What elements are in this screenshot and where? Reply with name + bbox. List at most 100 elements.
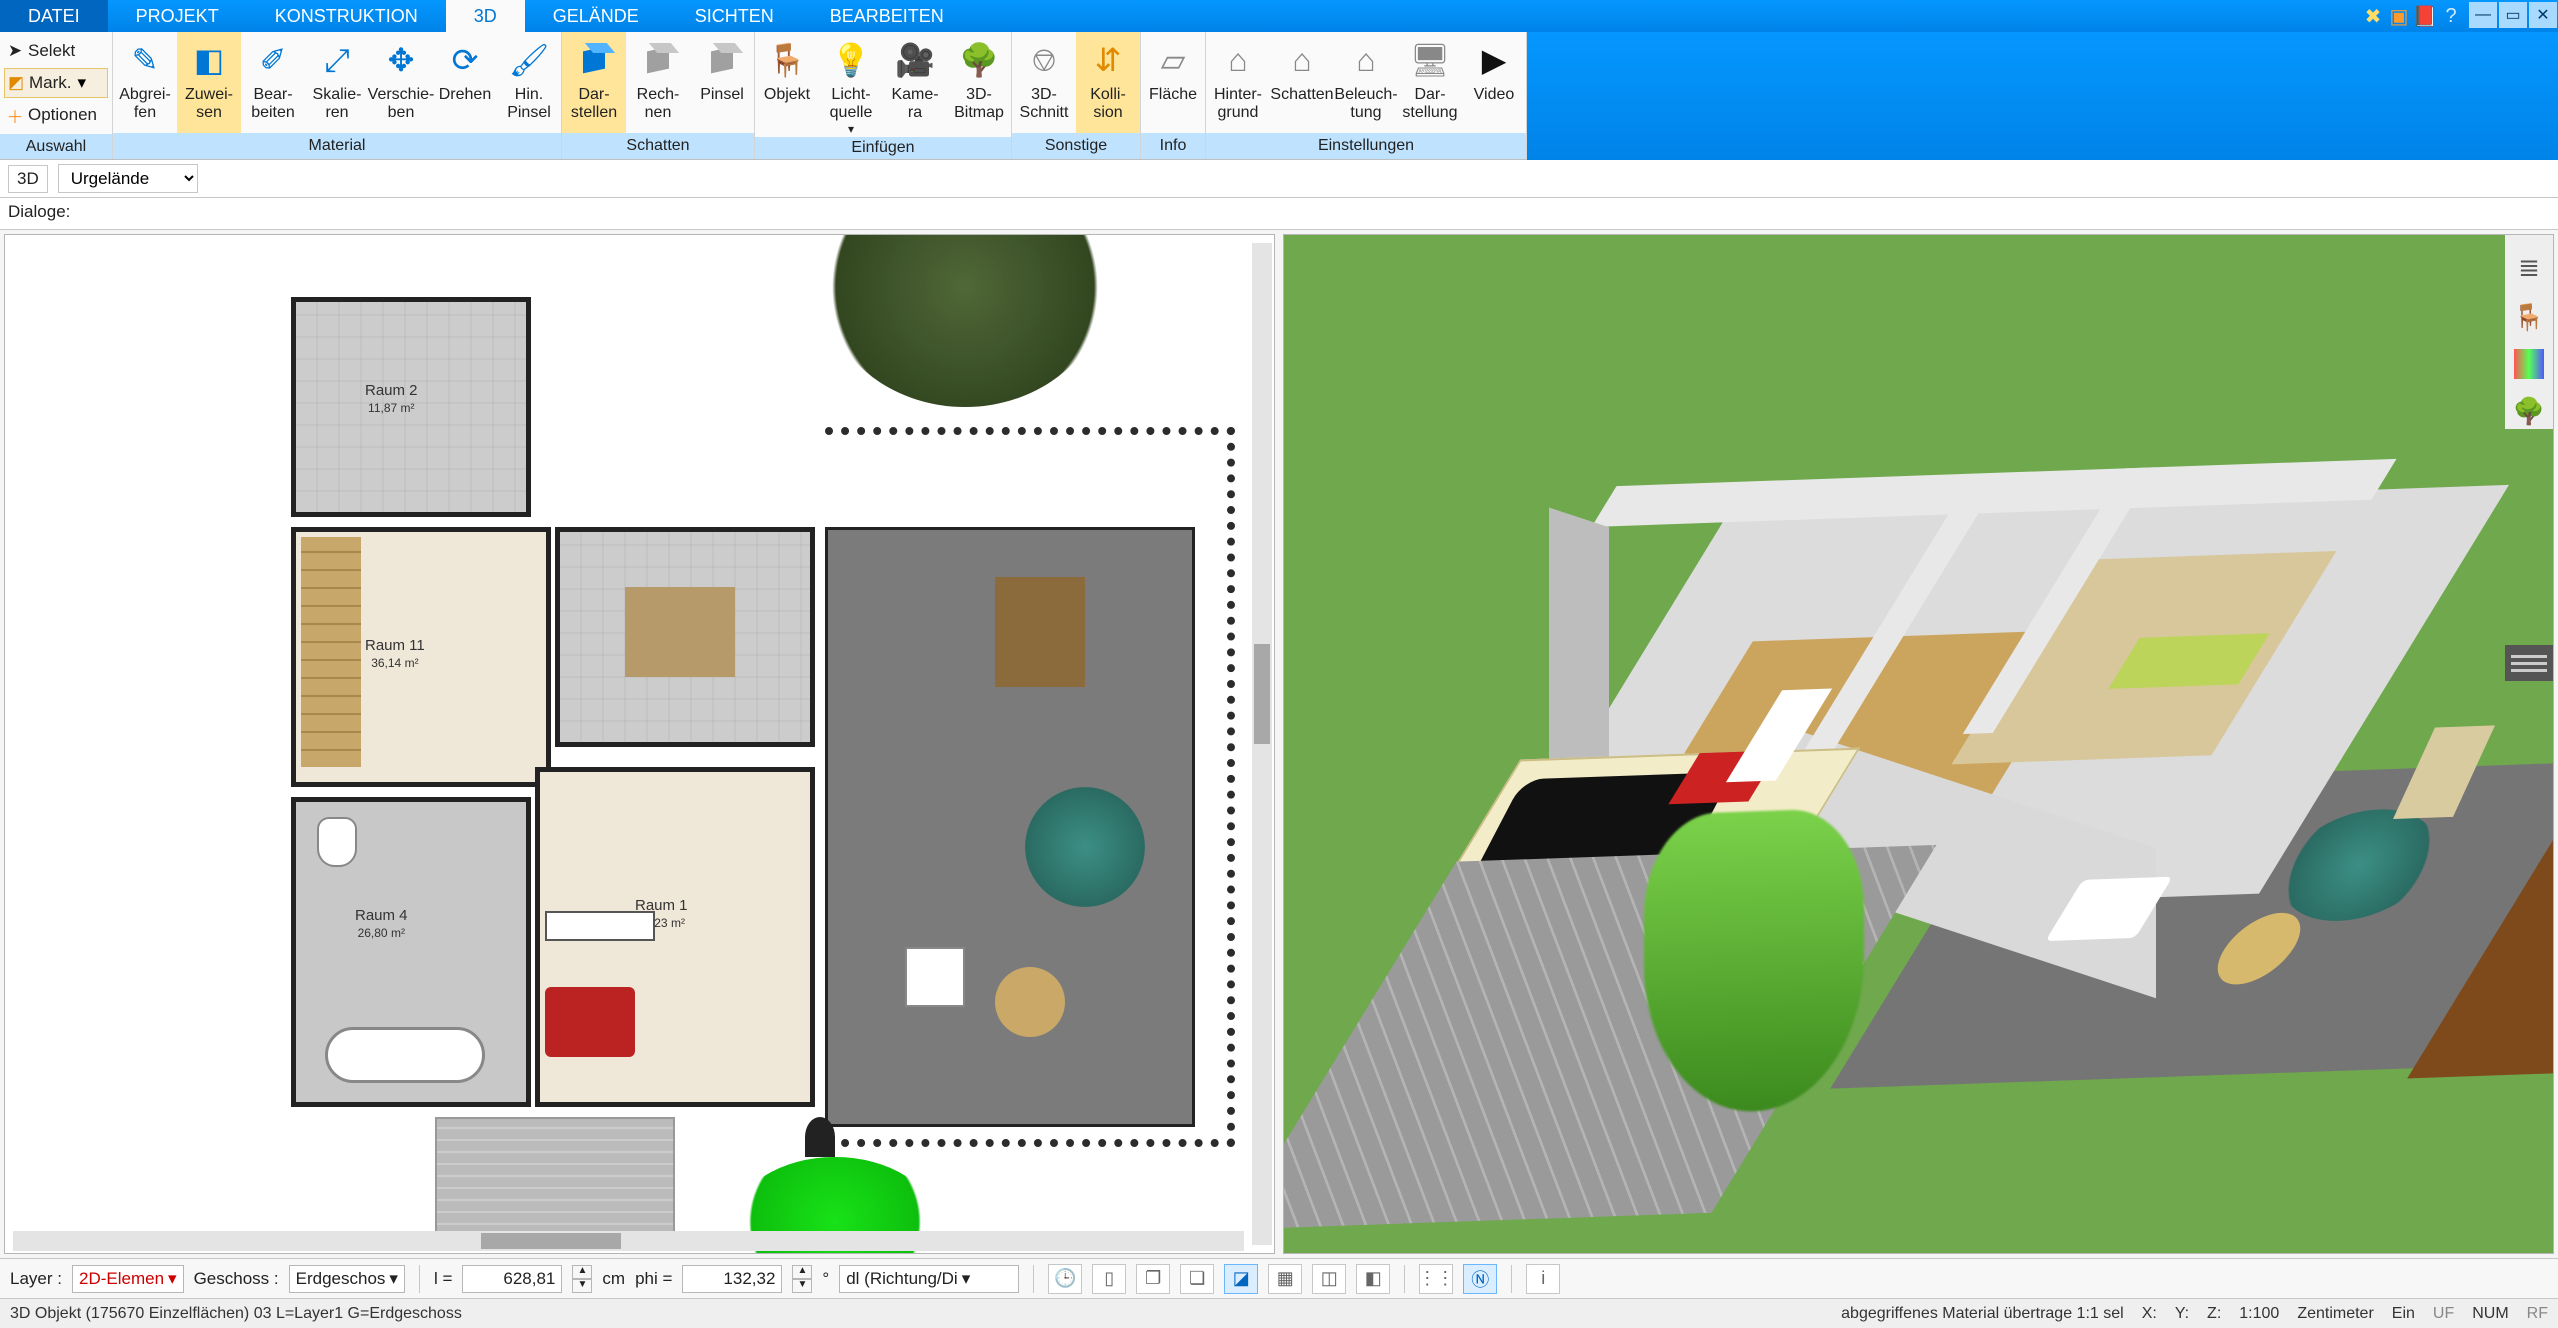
arrow-down-icon[interactable]: ▼ (792, 1279, 812, 1293)
rechnen-button[interactable]: Rech- nen (626, 32, 690, 133)
palette-drag-handle[interactable] (2505, 645, 2553, 681)
zuweisen-button[interactable]: ◧Zuwei- sen (177, 32, 241, 133)
label: Objekt (764, 86, 810, 104)
layers-toggle-icon[interactable]: ❏ (1180, 1264, 1214, 1294)
tv-stand-plan-icon (545, 911, 655, 941)
scrollbar-vertical[interactable] (1252, 243, 1272, 1245)
group-title: Einfügen (755, 137, 1011, 159)
pinsel-button[interactable]: Pinsel (690, 32, 754, 133)
lounge-set-plan-icon (875, 907, 1005, 1047)
materials-icon[interactable] (2514, 349, 2544, 379)
tab-datei[interactable]: DATEI (0, 0, 108, 32)
view-3d[interactable]: ≣ 🪑 🌳 (1283, 234, 2554, 1254)
snap-surface-icon[interactable]: ◧ (1356, 1264, 1390, 1294)
sofa-plan-icon (545, 987, 635, 1057)
minimize-button[interactable]: — (2469, 2, 2497, 28)
layer-dropdown[interactable]: 2D-Elemen▾ (72, 1265, 184, 1293)
terrain-select[interactable]: Urgelände (58, 164, 198, 193)
hinpinsel-button[interactable]: 🖌Hin. Pinsel (497, 32, 561, 133)
tab-gelaende[interactable]: GELÄNDE (525, 0, 667, 32)
tab-projekt[interactable]: PROJEKT (108, 0, 247, 32)
status-z: Z: (2207, 1305, 2221, 1323)
scrollbar-horizontal[interactable] (13, 1231, 1244, 1251)
window-buttons: — ▭ ✕ (2468, 0, 2558, 32)
scroll-thumb[interactable] (1254, 644, 1270, 744)
l-input[interactable]: 628,81 (462, 1265, 562, 1293)
phi-spinner[interactable]: ▲▼ (792, 1265, 812, 1293)
view-2d[interactable]: Raum 2 11,87 m² Raum 11 36,14 m² Raum 3 … (4, 234, 1275, 1254)
umbrella-plan-icon (1025, 787, 1145, 907)
darstellung-button[interactable]: 🖥Dar- stellung (1398, 32, 1462, 133)
area-icon: ▱ (1150, 38, 1196, 82)
kollision-button[interactable]: ⇵Kolli- sion (1076, 32, 1140, 133)
group-title: Schatten (562, 133, 754, 159)
objekt-button[interactable]: 🪑Objekt (755, 32, 819, 137)
selekt-button[interactable]: ➤ Selekt (4, 36, 108, 66)
tab-label: BEARBEITEN (830, 6, 944, 27)
stairs-plan-icon (301, 537, 361, 767)
dl-dropdown[interactable]: dl (Richtung/Di▾ (839, 1265, 1019, 1293)
north-icon[interactable]: ◪ (1224, 1264, 1258, 1294)
bearbeiten-button[interactable]: ✐ Bear- beiten (241, 32, 305, 133)
clock-icon[interactable]: 🕒 (1048, 1264, 1082, 1294)
kamera-button[interactable]: 🎥Kame- ra (883, 32, 947, 137)
tab-sichten[interactable]: SICHTEN (667, 0, 802, 32)
tab-3d[interactable]: 3D (446, 0, 525, 32)
group-sonstige: ⎊3D- Schnitt ⇵Kolli- sion Sonstige (1012, 32, 1141, 159)
arrow-up-icon[interactable]: ▲ (792, 1265, 812, 1279)
skalieren-button[interactable]: ⤢Skalie- ren (305, 32, 369, 133)
schatten-setting-button[interactable]: ⌂Schatten (1270, 32, 1334, 133)
furniture-icon[interactable]: 🪑 (2511, 299, 2547, 335)
room-name: Raum 11 (365, 637, 425, 654)
package-icon[interactable]: ▣ (2388, 5, 2410, 27)
drehen-button[interactable]: ⟳Drehen (433, 32, 497, 133)
info-icon[interactable]: i (1526, 1264, 1560, 1294)
stack-icon[interactable]: ❐ (1136, 1264, 1170, 1294)
label: Mark. (29, 73, 72, 93)
hintergrund-button[interactable]: ⌂Hinter- grund (1206, 32, 1270, 133)
plants-icon[interactable]: 🌳 (2511, 393, 2547, 429)
ribbon-spacer (1527, 32, 2558, 160)
room-name: Raum 4 (355, 907, 408, 924)
arrow-up-icon[interactable]: ▲ (572, 1265, 592, 1279)
3d-bitmap-button[interactable]: 🌳3D- Bitmap (947, 32, 1011, 137)
phi-input[interactable]: 132,32 (682, 1265, 782, 1293)
grid-dots-icon[interactable]: ⋮⋮ (1419, 1264, 1453, 1294)
menu-tabs: DATEI PROJEKT KONSTRUKTION 3D GELÄNDE SI… (0, 0, 2558, 32)
arrow-down-icon[interactable]: ▼ (572, 1279, 592, 1293)
layers-icon[interactable]: ≣ (2511, 249, 2547, 285)
verschieben-button[interactable]: ✥Verschie- ben (369, 32, 433, 133)
help-icon[interactable]: ? (2440, 5, 2462, 27)
maximize-button[interactable]: ▭ (2499, 2, 2527, 28)
tab-konstruktion[interactable]: KONSTRUKTION (247, 0, 446, 32)
compass-n-icon[interactable]: Ⓝ (1463, 1264, 1497, 1294)
render-shadow-icon (571, 38, 617, 82)
optionen-button[interactable]: ＋ Optionen (4, 100, 108, 130)
snap-icon[interactable]: ◫ (1312, 1264, 1346, 1294)
l-spinner[interactable]: ▲▼ (572, 1265, 592, 1293)
close-button[interactable]: ✕ (2529, 2, 2557, 28)
beleuchtung-button[interactable]: ⌂Beleuch- tung (1334, 32, 1398, 133)
lichtquelle-button[interactable]: 💡Licht- quelle▾ (819, 32, 883, 137)
video-button[interactable]: ▶Video (1462, 32, 1526, 133)
grid-lines-icon[interactable]: ▦ (1268, 1264, 1302, 1294)
label: Dar- stellen (571, 86, 617, 123)
tab-bearbeiten[interactable]: BEARBEITEN (802, 0, 972, 32)
group-title: Auswahl (0, 134, 112, 159)
stop-render-icon[interactable]: ✖ (2362, 5, 2384, 27)
brush-icon (699, 38, 745, 82)
flaeche-button[interactable]: ▱Fläche (1141, 32, 1205, 133)
darstellen-button[interactable]: Dar- stellen (562, 32, 626, 133)
3d-schnitt-button[interactable]: ⎊3D- Schnitt (1012, 32, 1076, 133)
edit-material-icon: ✐ (250, 38, 296, 82)
window-split-icon[interactable]: ▯ (1092, 1264, 1126, 1294)
abgreifen-button[interactable]: ✎Abgrei- fen (113, 32, 177, 133)
title-help-icons: ✖ ▣ 📕 ? (2362, 0, 2468, 32)
mark-button[interactable]: ◩ Mark. (4, 68, 108, 98)
label: Bear- beiten (251, 86, 295, 123)
book-icon[interactable]: 📕 (2414, 5, 2436, 27)
geschoss-dropdown[interactable]: Erdgeschos▾ (289, 1265, 405, 1293)
label: Schatten (1270, 86, 1333, 104)
group-einstellungen: ⌂Hinter- grund ⌂Schatten ⌂Beleuch- tung … (1206, 32, 1527, 159)
scroll-thumb[interactable] (481, 1233, 621, 1249)
